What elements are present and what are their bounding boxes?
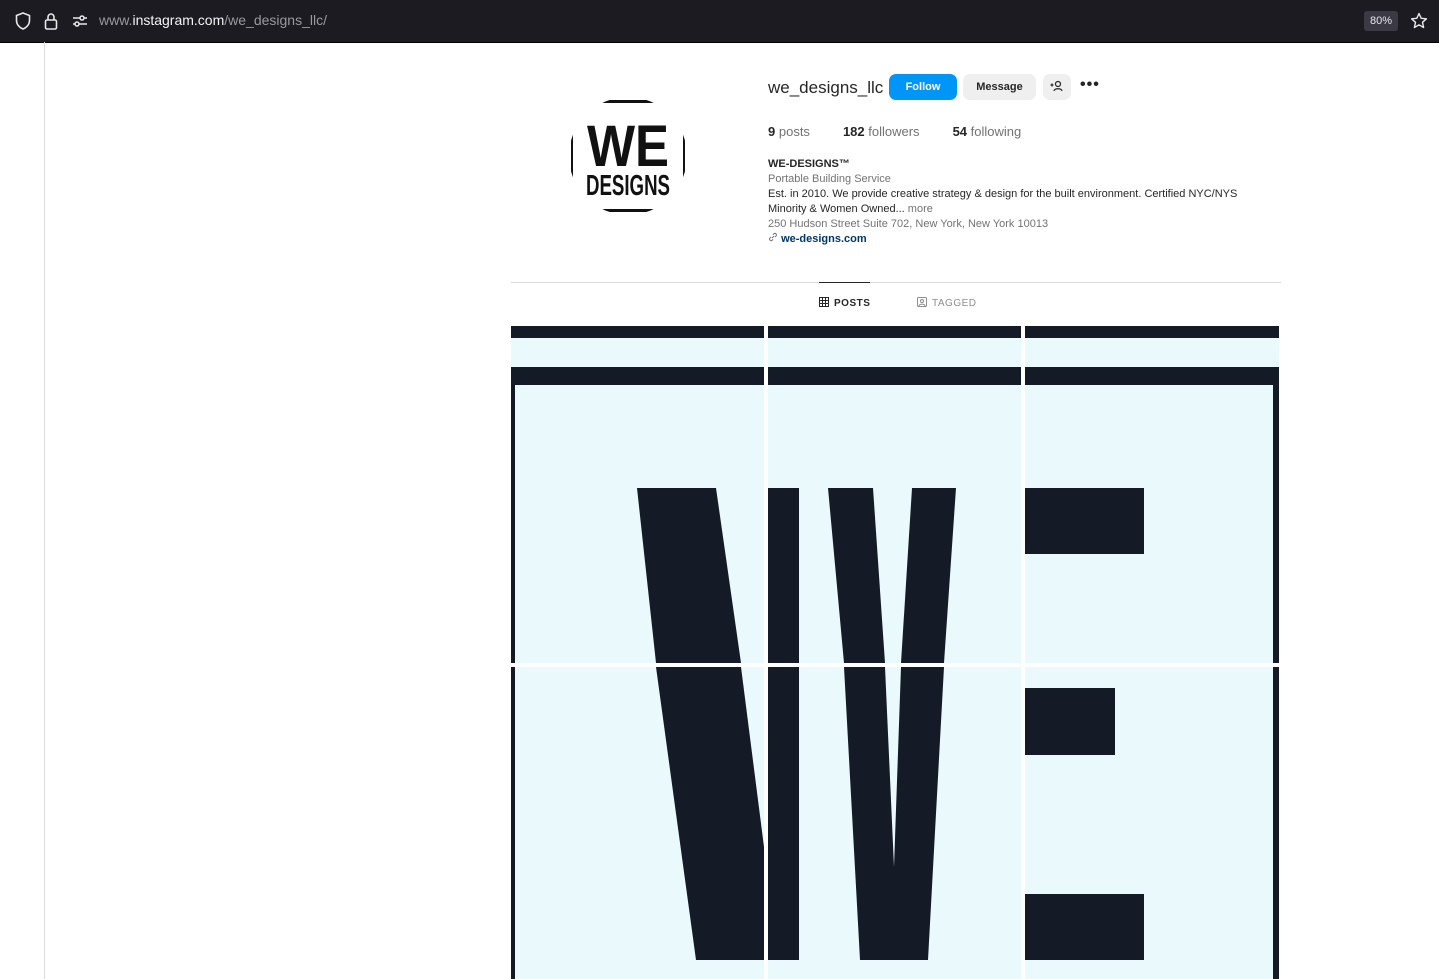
- url-path: /we_designs_llc/: [224, 12, 327, 28]
- bio-full-name: WE-DESIGNS™: [768, 158, 850, 170]
- followers-stat[interactable]: 182 followers: [843, 124, 920, 139]
- add-user-icon: [1050, 80, 1064, 95]
- post-tile[interactable]: [1025, 326, 1279, 663]
- url-prefix: www.: [99, 12, 133, 28]
- address-bar[interactable]: www.instagram.com/we_designs_llc/: [99, 12, 327, 28]
- bio-address[interactable]: 250 Hudson Street Suite 702, New York, N…: [768, 217, 1278, 232]
- tab-tagged[interactable]: TAGGED: [917, 283, 976, 323]
- grid-icon: [819, 297, 829, 310]
- zoom-level-badge[interactable]: 80%: [1364, 11, 1399, 31]
- bio-category: Portable Building Service: [768, 173, 891, 185]
- post-tile[interactable]: [768, 326, 1021, 663]
- bio-text-block: Est. in 2010. We provide creative strate…: [768, 187, 1278, 217]
- avatar-logo-designs: DESIGNS: [586, 170, 670, 202]
- suggest-users-button[interactable]: [1043, 74, 1071, 100]
- bookmark-star-icon[interactable]: [1409, 11, 1429, 31]
- bio-website-link[interactable]: we-designs.com: [781, 233, 867, 245]
- bio-more-link[interactable]: more: [908, 203, 933, 215]
- profile-stats: 9 posts 182 followers 54 following: [768, 124, 1021, 139]
- bio-text: Est. in 2010. We provide creative strate…: [768, 188, 1238, 215]
- profile-avatar[interactable]: WE DESIGNS: [569, 97, 687, 215]
- following-label: following: [970, 124, 1022, 139]
- post-tile[interactable]: [511, 667, 764, 979]
- followers-count: 182: [842, 124, 865, 139]
- tab-posts-label: POSTS: [834, 298, 871, 309]
- link-icon: [768, 232, 781, 245]
- profile-username: we_designs_llc: [768, 78, 884, 97]
- bio-link-row: we-designs.com: [768, 232, 1278, 247]
- post-tile[interactable]: [1025, 667, 1279, 979]
- tab-tagged-label: TAGGED: [932, 297, 977, 309]
- follow-button[interactable]: Follow: [889, 74, 957, 100]
- sidebar-divider: [44, 42, 45, 979]
- more-options-icon[interactable]: •••: [1080, 76, 1100, 96]
- followers-label: followers: [868, 124, 920, 139]
- url-host: instagram.com: [132, 12, 225, 28]
- tab-posts[interactable]: POSTS: [819, 282, 871, 324]
- message-button[interactable]: Message: [963, 74, 1036, 100]
- posts-stat: 9 posts: [768, 124, 810, 139]
- following-count: 54: [952, 124, 968, 139]
- posts-label: posts: [778, 124, 810, 139]
- permissions-icon[interactable]: [70, 11, 90, 31]
- tabs-divider: [511, 282, 1281, 283]
- shield-icon[interactable]: [13, 11, 33, 31]
- tagged-icon: [917, 296, 927, 310]
- post-tile[interactable]: [511, 326, 764, 663]
- lock-icon[interactable]: [41, 11, 61, 31]
- browser-toolbar: www.instagram.com/we_designs_llc/ 80%: [0, 0, 1439, 43]
- post-tile[interactable]: [768, 667, 1021, 979]
- posts-count: 9: [768, 124, 776, 139]
- profile-bio: WE-DESIGNS™ Portable Building Service Es…: [768, 157, 1278, 247]
- posts-grid: [511, 326, 1279, 979]
- following-stat[interactable]: 54 following: [953, 124, 1022, 139]
